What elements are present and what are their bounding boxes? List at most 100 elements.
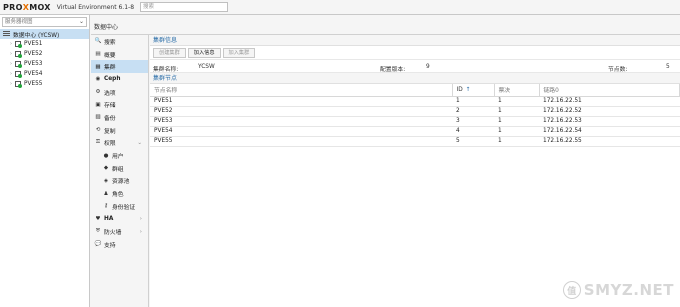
tree-node-label: PVE53 [24, 61, 43, 67]
book-icon: ▤ [95, 51, 101, 58]
heartbeat-icon: ♥ [95, 215, 101, 222]
nav-item-ceph[interactable]: ◉ Ceph [91, 73, 148, 86]
nav-item-label: 搜索 [104, 39, 116, 46]
cell-link: 172.16.22.52 [539, 106, 680, 117]
node-online-icon [15, 81, 22, 88]
tree-node-pve55[interactable]: › PVE55 [0, 79, 89, 89]
top-bar: PROXMOX Virtual Environment 6.1-8 搜索 [0, 0, 680, 15]
node-online-icon [15, 61, 22, 68]
tree-root-datacenter[interactable]: 数据中心 (YCSW) [0, 29, 89, 39]
view-select[interactable]: 服务器视图 ⌄ [2, 17, 87, 27]
nav-item-user[interactable]: ● 用户 [91, 149, 148, 162]
gear-icon: ⚙ [95, 89, 101, 96]
nav-item-database[interactable]: ▣ 存储 [91, 98, 148, 111]
nav-item-retweet[interactable]: ⟲ 复制 [91, 124, 148, 137]
nav-item-floppy[interactable]: ▨ 备份 [91, 111, 148, 124]
table-row[interactable]: PVE55 5 1 172.16.22.55 [150, 136, 680, 147]
cell-link: 172.16.22.55 [539, 136, 680, 147]
page-title: 数据中心 [91, 15, 680, 35]
chevron-right-icon[interactable]: › [140, 229, 142, 235]
node-count-label: 节点数: [608, 67, 628, 73]
floppy-icon: ▨ [95, 114, 101, 121]
expand-icon[interactable]: › [10, 51, 14, 57]
nav-item-key[interactable]: ⚷ 身份验证 [91, 200, 148, 213]
create-cluster-button[interactable]: 创建集群 [153, 47, 186, 58]
cell-name: PVE55 [150, 136, 452, 147]
database-icon: ▣ [95, 101, 101, 108]
watermark-badge: 值 [562, 281, 581, 299]
tree-node-pve51[interactable]: › PVE51 [0, 39, 89, 49]
expand-icon[interactable]: › [10, 81, 14, 87]
column-header-name[interactable]: 节点名称 [150, 84, 453, 97]
table-row[interactable]: PVE54 4 1 172.16.22.54 [150, 126, 680, 137]
cell-votes: 1 [494, 106, 539, 117]
nav-item-label: Ceph [104, 76, 121, 83]
nav-item-book[interactable]: ▤ 概要 [91, 48, 148, 61]
chevron-down-icon: ⌄ [78, 18, 84, 25]
server-icon: ▦ [95, 63, 101, 70]
tree-node-pve53[interactable]: › PVE53 [0, 59, 89, 69]
column-header-id[interactable]: ID ↑ [452, 84, 495, 97]
nav-item-unlock[interactable]: ⚿ 权限 ⌄ [91, 137, 148, 150]
tree-root-label: 数据中心 (YCSW) [13, 32, 60, 39]
nav-item-label: 角色 [112, 192, 124, 199]
chevron-right-icon[interactable]: › [140, 216, 142, 222]
nav-item-server[interactable]: ▦ 集群 [91, 60, 148, 74]
search-input[interactable]: 搜索 [140, 2, 229, 12]
chevron-down-icon[interactable]: ⌄ [137, 140, 142, 146]
nav-item-label: 身份验证 [112, 204, 136, 211]
watermark-text: SMYZ.NET [583, 281, 674, 299]
nav-item-users[interactable]: ◆ 群组 [91, 162, 148, 175]
nav-item-label: 用户 [112, 154, 124, 161]
tree-node-pve52[interactable]: › PVE52 [0, 49, 89, 59]
logo-text: PROXMOX [3, 2, 51, 12]
column-header-votes[interactable]: 票决 [494, 84, 540, 97]
nav-item-label: 权限 [104, 141, 116, 148]
table-row[interactable]: PVE52 2 1 172.16.22.52 [150, 106, 680, 117]
nav-item-shield[interactable]: ⛨ 防火墙 › [91, 225, 148, 238]
column-header-id-label: ID [456, 86, 463, 93]
datacenter-menu: 🔍 搜索 ▤ 概要 ▦ 集群 ◉ Ceph ⚙ 选项 ▣ 存储 ▨ 备份 ⟲ 复制 ⚿ 权限 ⌄ ● 用户 ◆ 群组 ◈ 资源池… [91, 35, 149, 307]
cell-name: PVE51 [150, 95, 452, 107]
shield-icon: ⛨ [95, 228, 101, 235]
male-icon: ♟ [103, 190, 109, 197]
cell-name: PVE54 [150, 126, 452, 137]
nav-item-label: 防火墙 [104, 230, 122, 237]
table-row[interactable]: PVE53 3 1 172.16.22.53 [150, 116, 680, 127]
node-count-value: 5 [666, 64, 670, 70]
expand-icon[interactable]: › [10, 41, 14, 47]
join-cluster-button[interactable]: 加入集群 [222, 47, 256, 58]
nav-item-label: 支持 [104, 242, 116, 249]
user-icon: ● [103, 152, 109, 159]
cell-id: 5 [452, 136, 494, 147]
tree-node-pve54[interactable]: › PVE54 [0, 69, 89, 79]
node-online-icon [15, 71, 22, 78]
nav-item-label: 选项 [104, 90, 116, 97]
nav-item-gear[interactable]: ⚙ 选项 [91, 86, 148, 99]
nav-item-label: 复制 [104, 128, 116, 135]
cluster-name-value: YCSW [198, 64, 215, 70]
cluster-toolbar: 创建集群 加入信息 加入集群 [150, 46, 680, 60]
unlock-icon: ⚿ [95, 139, 101, 146]
cluster-nodes-title: 集群节点 [150, 73, 680, 84]
nav-item-male[interactable]: ♟ 角色 [91, 187, 148, 200]
join-information-button[interactable]: 加入信息 [187, 47, 221, 58]
nav-item-heartbeat[interactable]: ♥ HA › [91, 213, 148, 226]
sort-ascending-icon: ↑ [465, 86, 471, 93]
tree-node-label: PVE55 [24, 81, 43, 87]
nav-item-label: HA [104, 215, 114, 222]
cell-id: 2 [452, 106, 494, 117]
cluster-name-label: 集群名称: [153, 67, 179, 73]
proxmox-logo: PROXMOX [3, 0, 51, 15]
nav-item-comments[interactable]: 💬 支持 [91, 238, 148, 251]
cell-name: PVE52 [150, 106, 452, 117]
nav-item-tags[interactable]: ◈ 资源池 [91, 175, 148, 188]
cell-votes: 1 [494, 116, 539, 127]
table-row[interactable]: PVE51 1 1 172.16.22.51 [150, 95, 680, 107]
expand-icon[interactable]: › [10, 61, 14, 67]
cell-votes: 1 [494, 136, 539, 147]
nav-item-search[interactable]: 🔍 搜索 [91, 35, 148, 48]
watermark: 值 SMYZ.NET [562, 281, 674, 299]
expand-icon[interactable]: › [10, 71, 14, 77]
column-header-link[interactable]: 链路0 [539, 84, 680, 97]
